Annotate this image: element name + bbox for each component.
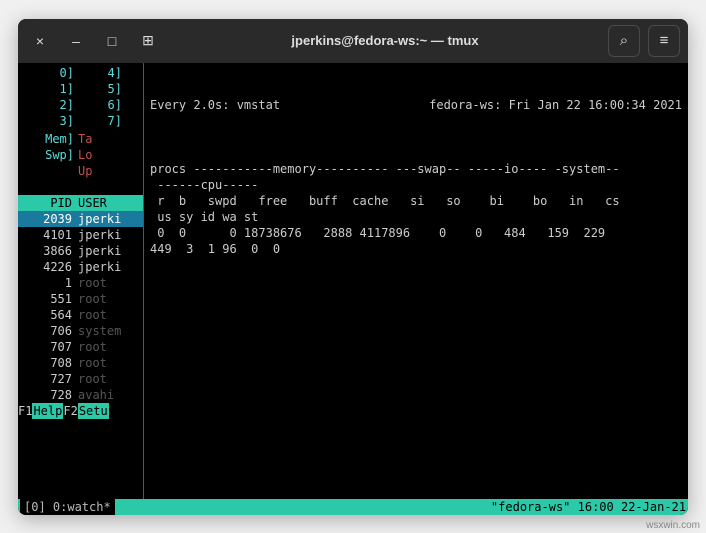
search-icon: ⌕	[620, 32, 628, 49]
process-header: PID USER	[18, 195, 143, 211]
watch-header: Every 2.0s: vmstat fedora-ws: Fri Jan 22…	[150, 97, 682, 113]
new-tab-button[interactable]: ⊞	[134, 27, 162, 55]
mem-meter: Mem]	[26, 131, 74, 147]
menu-button[interactable]: ≡	[648, 25, 680, 57]
close-button[interactable]: ×	[26, 27, 54, 55]
table-row[interactable]: 4226jperki	[18, 259, 143, 275]
table-row[interactable]: 551root	[18, 291, 143, 307]
memory-meters: Mem]Ta Swp]Lo Up	[18, 131, 143, 179]
tasks-label: Ta	[78, 131, 102, 147]
f2-key: F2	[63, 403, 77, 419]
table-row[interactable]: 3866jperki	[18, 243, 143, 259]
cpu-meter-5: 5]	[74, 81, 122, 97]
terminal-body: 0]4] 1]5] 2]6] 3]7] Mem]Ta Swp]Lo Up PID…	[18, 63, 688, 515]
table-row[interactable]: 1root	[18, 275, 143, 291]
vmstat-pane[interactable]: Every 2.0s: vmstat fedora-ws: Fri Jan 22…	[144, 63, 688, 499]
tmux-session-info[interactable]: [0] 0:watch*	[20, 499, 115, 515]
help-button[interactable]: Help	[32, 403, 63, 419]
cpu-meter-7: 7]	[74, 113, 122, 129]
window-title: jperkins@fedora-ws:~ — tmux	[162, 33, 608, 48]
search-button[interactable]: ⌕	[608, 25, 640, 57]
table-row[interactable]: 708root	[18, 355, 143, 371]
table-row[interactable]: 707root	[18, 339, 143, 355]
pid-column[interactable]: PID	[20, 195, 72, 211]
load-label: Lo	[78, 147, 102, 163]
cpu-meter-3: 3]	[26, 113, 74, 129]
table-row[interactable]: 4101jperki	[18, 227, 143, 243]
tmux-status-bar[interactable]: [0] 0:watch* "fedora-ws" 16:00 22-Jan-21	[18, 499, 688, 515]
hamburger-icon: ≡	[660, 32, 669, 49]
table-row[interactable]: 2039jperki	[18, 211, 143, 227]
cpu-meter-2: 2]	[26, 97, 74, 113]
htop-pane[interactable]: 0]4] 1]5] 2]6] 3]7] Mem]Ta Swp]Lo Up PID…	[18, 63, 144, 499]
watermark: wsxwin.com	[646, 520, 700, 531]
cpu-meter-0: 0]	[26, 65, 74, 81]
cpu-meter-6: 6]	[74, 97, 122, 113]
tmux-clock: "fedora-ws" 16:00 22-Jan-21	[491, 499, 686, 515]
function-bar: F1Help F2Setu	[18, 403, 143, 419]
cpu-meters: 0]4] 1]5] 2]6] 3]7]	[18, 63, 143, 131]
table-row[interactable]: 728avahi	[18, 387, 143, 403]
cpu-meter-1: 1]	[26, 81, 74, 97]
tmux-content: 0]4] 1]5] 2]6] 3]7] Mem]Ta Swp]Lo Up PID…	[18, 63, 688, 499]
swap-meter: Swp]	[26, 147, 74, 163]
vmstat-output: procs -----------memory---------- ---swa…	[150, 145, 682, 257]
watch-timestamp: fedora-ws: Fri Jan 22 16:00:34 2021	[429, 97, 682, 113]
terminal-window: × – □ ⊞ jperkins@fedora-ws:~ — tmux ⌕ ≡ …	[18, 19, 688, 515]
window-controls: × – □ ⊞	[26, 27, 162, 55]
table-row[interactable]: 706system	[18, 323, 143, 339]
uptime-label: Up	[78, 163, 102, 179]
process-list[interactable]: 2039jperki4101jperki3866jperki4226jperki…	[18, 211, 143, 403]
minimize-button[interactable]: –	[62, 27, 90, 55]
maximize-button[interactable]: □	[98, 27, 126, 55]
table-row[interactable]: 727root	[18, 371, 143, 387]
watch-command: Every 2.0s: vmstat	[150, 97, 280, 113]
titlebar-right: ⌕ ≡	[608, 25, 680, 57]
f1-key: F1	[18, 403, 32, 419]
setup-button[interactable]: Setu	[78, 403, 109, 419]
titlebar: × – □ ⊞ jperkins@fedora-ws:~ — tmux ⌕ ≡	[18, 19, 688, 63]
cpu-meter-4: 4]	[74, 65, 122, 81]
user-column[interactable]: USER	[72, 195, 141, 211]
table-row[interactable]: 564root	[18, 307, 143, 323]
